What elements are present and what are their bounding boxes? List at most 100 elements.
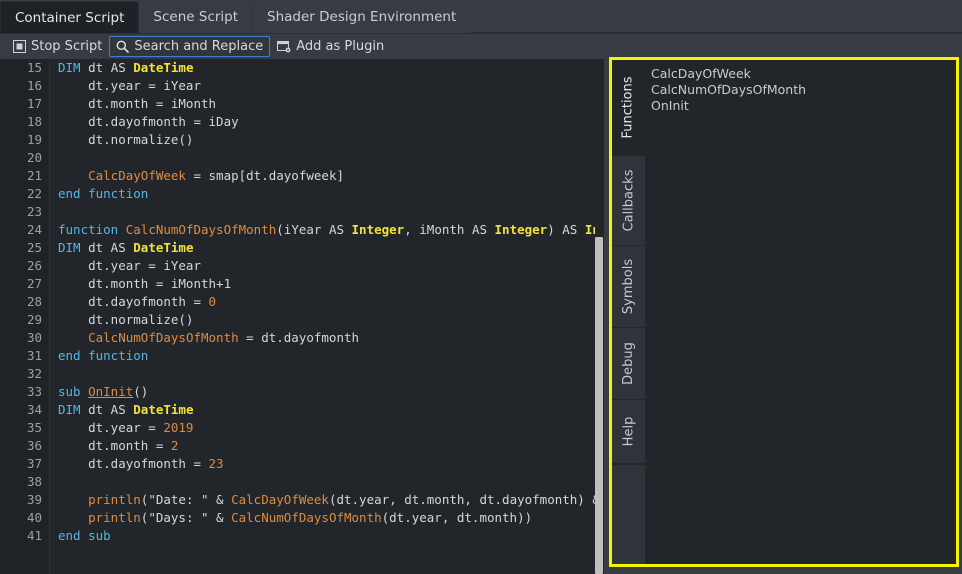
editor-scrollbar-thumb[interactable]	[595, 237, 603, 574]
code-token: dt.dayofmonth =	[58, 456, 209, 471]
tab-bar-filler	[470, 1, 962, 33]
code-token: (dt.year, dt.month))	[382, 510, 533, 525]
code-line: 20	[0, 149, 596, 167]
code-line-text	[50, 365, 58, 383]
code-token: end function	[58, 186, 148, 201]
inspector-tab-label: Callbacks	[621, 170, 636, 232]
code-token: DateTime	[133, 402, 193, 417]
code-line-text: dt.dayofmonth = 23	[50, 455, 224, 473]
code-token: CalcNumOfDaysOfMonth	[88, 330, 239, 345]
editor-vertical-scrollbar[interactable]	[595, 59, 604, 574]
function-list-item[interactable]: CalcDayOfWeek	[651, 66, 956, 82]
code-line: 41end sub	[0, 527, 596, 545]
code-token: function	[58, 222, 118, 237]
line-number: 23	[0, 203, 50, 221]
code-token: dt.normalize()	[58, 312, 193, 327]
tab-scene-script[interactable]: Scene Script	[139, 1, 252, 33]
code-token	[81, 384, 89, 399]
code-text-area[interactable]: 15DIM dt AS DateTime16 dt.year = iYear17…	[0, 59, 596, 574]
inspector-tab-label: Debug	[621, 342, 636, 385]
code-line: 32	[0, 365, 596, 383]
code-line: 37 dt.dayofmonth = 23	[0, 455, 596, 473]
line-number: 19	[0, 131, 50, 149]
code-line: 19 dt.normalize()	[0, 131, 596, 149]
code-line-text: println("Date: " & CalcDayOfWeek(dt.year…	[50, 491, 596, 509]
code-line: 30 CalcNumOfDaysOfMonth = dt.dayofmonth	[0, 329, 596, 347]
tab-container-script-label: Container Script	[15, 10, 124, 26]
code-line: 39 println("Date: " & CalcDayOfWeek(dt.y…	[0, 491, 596, 509]
code-line: 25DIM dt AS DateTime	[0, 239, 596, 257]
code-line-text	[50, 473, 58, 491]
functions-list[interactable]: CalcDayOfWeekCalcNumOfDaysOfMonthOnInit	[645, 60, 956, 564]
line-number: 24	[0, 221, 50, 239]
code-token: DIM	[58, 60, 81, 75]
stop-script-button[interactable]: Stop Script	[6, 36, 109, 57]
stop-script-label: Stop Script	[31, 39, 102, 54]
inspector-tab-functions[interactable]: Functions	[612, 60, 645, 156]
inspector-tab-debug[interactable]: Debug	[612, 328, 645, 400]
code-token: dt.month = iMonth+1	[58, 276, 231, 291]
add-as-plugin-button[interactable]: Add as Plugin	[270, 36, 391, 57]
search-and-replace-label: Search and Replace	[134, 39, 263, 54]
code-line: 24function CalcNumOfDaysOfMonth(iYear AS…	[0, 221, 596, 239]
code-line-text: dt.normalize()	[50, 311, 193, 329]
tab-shader-design-environment[interactable]: Shader Design Environment	[253, 1, 470, 33]
inspector-tab-help[interactable]: Help	[612, 400, 645, 464]
code-token: ("Days: " &	[141, 510, 231, 525]
code-token: dt AS	[81, 402, 134, 417]
add-as-plugin-label: Add as Plugin	[296, 39, 384, 54]
code-line-text: println("Days: " & CalcNumOfDaysOfMonth(…	[50, 509, 532, 527]
code-line-text: dt.year = iYear	[50, 257, 201, 275]
code-token: AS	[111, 60, 126, 75]
line-number: 36	[0, 437, 50, 455]
code-line-text: DIM dt AS DateTime	[50, 59, 194, 77]
code-token: 2019	[163, 420, 193, 435]
code-line-text	[50, 149, 58, 167]
line-number: 29	[0, 311, 50, 329]
code-token: end function	[58, 348, 148, 363]
plugin-window-icon	[277, 40, 291, 53]
search-and-replace-button[interactable]: Search and Replace	[109, 36, 270, 57]
code-token: dt.dayofmonth = iDay	[58, 114, 239, 129]
code-line: 31end function	[0, 347, 596, 365]
line-number: 28	[0, 293, 50, 311]
line-number: 39	[0, 491, 50, 509]
code-token: dt.normalize()	[58, 132, 193, 147]
code-line-text: DIM dt AS DateTime	[50, 401, 193, 419]
line-number: 41	[0, 527, 50, 545]
editor-toolbar: Stop Script Search and Replace Add a	[0, 34, 962, 59]
code-line-text: end function	[50, 185, 148, 203]
code-token: dt.dayofmonth =	[58, 294, 209, 309]
code-line-text: dt.year = iYear	[50, 77, 201, 95]
code-editor[interactable]: 15DIM dt AS DateTime16 dt.year = iYear17…	[0, 59, 604, 574]
code-line: 26 dt.year = iYear	[0, 257, 596, 275]
code-line-text: dt.normalize()	[50, 131, 193, 149]
code-line-text: end function	[50, 347, 148, 365]
line-number: 16	[0, 77, 50, 95]
code-line: 17 dt.month = iMonth	[0, 95, 596, 113]
code-line: 29 dt.normalize()	[0, 311, 596, 329]
function-list-item[interactable]: OnInit	[651, 98, 956, 114]
function-list-item[interactable]: CalcNumOfDaysOfMonth	[651, 82, 956, 98]
code-token	[58, 492, 88, 507]
inspector-tab-label: Symbols	[621, 259, 636, 314]
code-token: DIM	[58, 240, 81, 255]
code-line-text: dt.dayofmonth = 0	[50, 293, 216, 311]
line-number: 33	[0, 383, 50, 401]
code-token: OnInit	[88, 384, 133, 399]
line-number: 26	[0, 257, 50, 275]
code-token: CalcDayOfWeek	[231, 492, 329, 507]
line-number: 18	[0, 113, 50, 131]
line-number: 15	[0, 59, 50, 77]
code-token: 23	[209, 456, 224, 471]
code-line-text: CalcNumOfDaysOfMonth = dt.dayofmonth	[50, 329, 359, 347]
code-line-text: function CalcNumOfDaysOfMonth(iYear AS I…	[50, 221, 596, 239]
tab-container-script[interactable]: Container Script	[0, 1, 139, 33]
inspector-tab-callbacks[interactable]: Callbacks	[612, 156, 645, 246]
inspector-tab-symbols[interactable]: Symbols	[612, 246, 645, 328]
code-token: (iYear AS	[276, 222, 351, 237]
code-token: dt.year = iYear	[58, 258, 201, 273]
code-token: = dt.dayofmonth	[239, 330, 359, 345]
code-line: 21 CalcDayOfWeek = smap[dt.dayofweek]	[0, 167, 596, 185]
code-line: 16 dt.year = iYear	[0, 77, 596, 95]
